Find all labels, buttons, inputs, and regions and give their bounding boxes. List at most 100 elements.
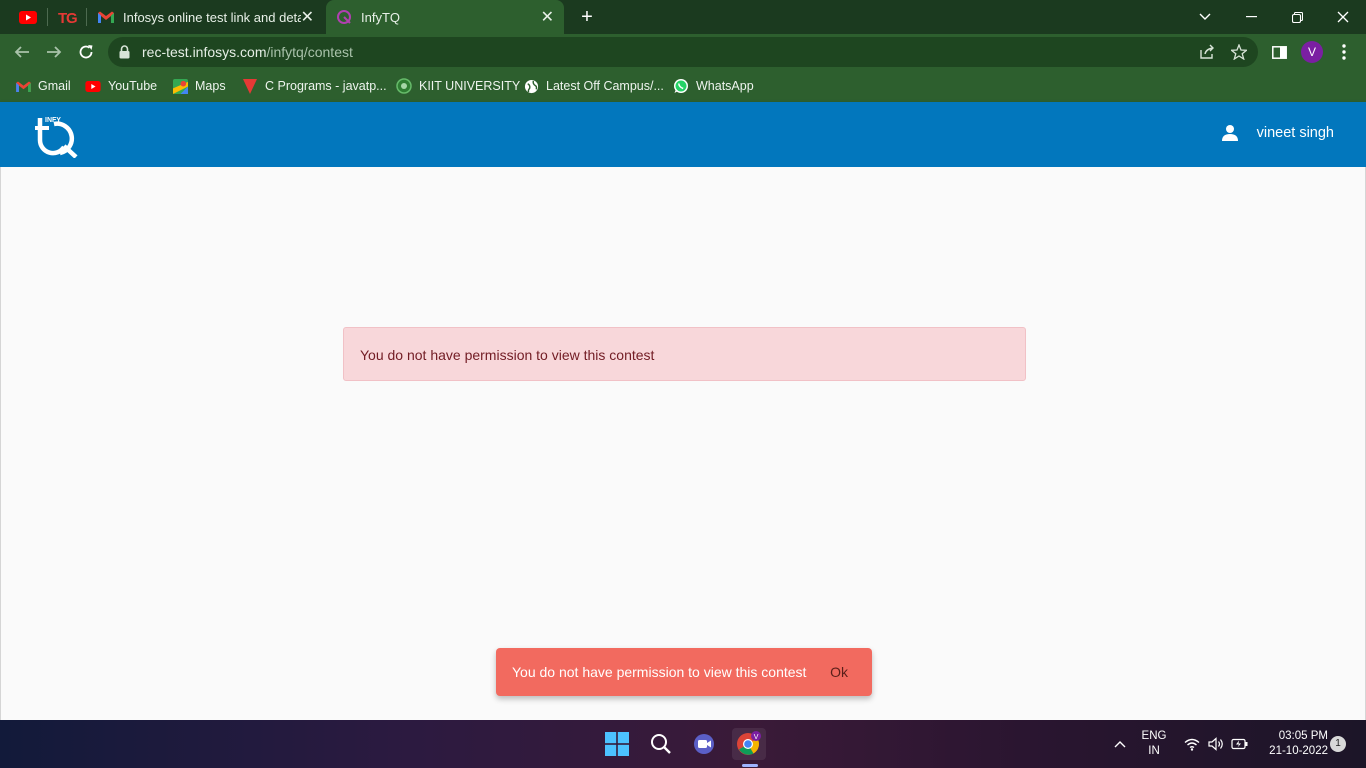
tab-title: InfyTQ (361, 9, 401, 25)
chevron-down-icon (1199, 13, 1211, 20)
bookmark-gmail[interactable]: Gmail (15, 76, 71, 96)
youtube-icon (19, 10, 37, 24)
alert-message: You do not have permission to view this … (360, 347, 655, 363)
clock-time: 03:05 PM (1278, 730, 1328, 742)
bookmark-latest-off-campus[interactable]: Latest Off Campus/... (523, 76, 664, 96)
forward-button[interactable] (43, 41, 65, 63)
url-host: rec-test.infosys.com (142, 44, 267, 60)
new-tab-button[interactable]: + (576, 6, 598, 28)
lock-icon (119, 45, 130, 59)
bookmarks-bar: Gmail YouTube Maps C Programs - javatp..… (0, 70, 1366, 102)
infytq-logo[interactable]: INFY (32, 114, 80, 159)
bookmark-label: WhatsApp (696, 79, 754, 93)
snackbar-ok-button[interactable]: Ok (830, 664, 848, 680)
chevron-up-icon (1114, 741, 1126, 748)
clock-date: 21-10-2022 (1269, 745, 1328, 757)
bookmark-maps[interactable]: Maps (172, 76, 226, 96)
close-icon[interactable]: ✕ (301, 7, 314, 27)
tg-logo-icon: TG (58, 10, 77, 26)
side-panel-icon (1271, 45, 1287, 59)
whatsapp-icon (673, 78, 689, 94)
pinned-tab-youtube[interactable] (15, 5, 41, 29)
logo-text: INFY (45, 117, 61, 124)
bookmark-label: YouTube (108, 79, 158, 93)
menu-button[interactable] (1333, 41, 1355, 63)
active-app-indicator (742, 764, 758, 767)
side-panel-button[interactable] (1268, 41, 1290, 63)
bookmark-label: Latest Off Campus/... (546, 79, 664, 93)
user-icon (1221, 125, 1238, 141)
url-path: /infytq/contest (266, 44, 353, 60)
language-indicator[interactable]: ENG IN (1138, 729, 1170, 759)
minimize-button[interactable] (1228, 4, 1274, 30)
lang-line1: ENG (1141, 730, 1167, 742)
speaker-icon (1207, 737, 1223, 751)
tab-title: Infosys online test link and detail (123, 9, 301, 25)
back-button[interactable] (11, 41, 33, 63)
teams-chat-button[interactable] (688, 728, 722, 760)
chrome-taskbar-button[interactable]: V (732, 728, 766, 760)
windows-taskbar: V ENG IN 03:05 PM 21-10-2022 1 (0, 720, 1366, 768)
bookmark-youtube[interactable]: YouTube (85, 76, 157, 96)
url-text: rec-test.infosys.com/infytq/contest (142, 44, 353, 60)
volume-button[interactable] (1206, 728, 1226, 760)
wifi-button[interactable] (1182, 728, 1202, 760)
user-menu[interactable]: vineet singh (1221, 124, 1334, 142)
youtube-icon (85, 78, 101, 94)
bookmark-whatsapp[interactable]: WhatsApp (673, 76, 754, 96)
tab-search-button[interactable] (1182, 4, 1228, 30)
bookmark-label: Maps (195, 79, 226, 93)
search-icon (651, 734, 671, 754)
forward-arrow-icon (47, 46, 62, 58)
browser-toolbar: rec-test.infosys.com/infytq/contest V (0, 34, 1366, 70)
reload-button[interactable] (75, 41, 97, 63)
svg-text:G: G (66, 10, 77, 26)
javatpoint-icon (242, 78, 258, 94)
system-clock[interactable]: 03:05 PM 21-10-2022 (1258, 729, 1328, 759)
bookmark-label: KIIT UNIVERSITY (419, 79, 521, 93)
bookmark-label: C Programs - javatp... (265, 79, 387, 93)
windows-icon (605, 732, 629, 756)
battery-charging-icon (1231, 738, 1248, 750)
tab-infosys-online-test[interactable]: Infosys online test link and detail ✕ (88, 0, 324, 34)
restore-icon (1291, 11, 1303, 23)
notification-badge[interactable]: 1 (1330, 736, 1346, 752)
pinned-tab-tg[interactable]: TG (54, 5, 80, 29)
close-icon (1337, 11, 1349, 23)
gmail-icon (98, 11, 114, 23)
permission-alert: You do not have permission to view this … (343, 327, 1026, 381)
close-icon[interactable]: ✕ (541, 7, 554, 27)
bookmark-kiit[interactable]: KIIT UNIVERSITY (396, 76, 520, 96)
bookmark-star-icon[interactable] (1231, 44, 1247, 60)
main-content: You do not have permission to view this … (0, 167, 1366, 720)
kiit-icon (396, 78, 412, 94)
minimize-icon (1245, 16, 1257, 18)
back-arrow-icon (14, 46, 29, 58)
chrome-icon: V (737, 731, 761, 755)
tab-infytq[interactable]: InfyTQ ✕ (326, 0, 564, 34)
app-header: INFY vineet singh (0, 102, 1366, 167)
globe-icon (523, 78, 539, 94)
restore-button[interactable] (1274, 4, 1320, 30)
snackbar-message: You do not have permission to view this … (512, 664, 807, 680)
reload-icon (79, 45, 93, 59)
taskbar-search-button[interactable] (644, 728, 678, 760)
profile-button[interactable]: V (1301, 41, 1323, 63)
kebab-menu-icon (1342, 44, 1346, 60)
infytq-icon (337, 10, 351, 24)
snackbar: You do not have permission to view this … (496, 648, 872, 696)
start-button[interactable] (600, 728, 634, 760)
avatar: V (1301, 41, 1323, 63)
battery-button[interactable] (1230, 728, 1250, 760)
wifi-icon (1184, 738, 1200, 751)
share-icon[interactable] (1199, 44, 1215, 60)
show-hidden-icons-button[interactable] (1110, 728, 1130, 760)
gmail-icon (15, 78, 31, 94)
bookmark-c-programs[interactable]: C Programs - javatp... (242, 76, 387, 96)
tab-separator (47, 8, 48, 26)
bookmark-label: Gmail (38, 79, 71, 93)
video-chat-icon (694, 734, 714, 754)
maps-icon (172, 78, 188, 94)
close-window-button[interactable] (1320, 4, 1366, 30)
address-bar[interactable]: rec-test.infosys.com/infytq/contest (108, 37, 1258, 67)
